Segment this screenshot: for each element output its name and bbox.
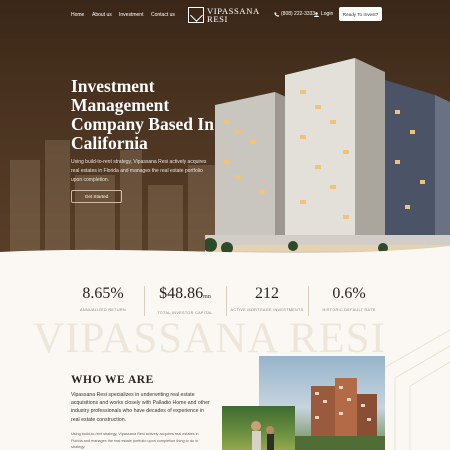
nav-link-about[interactable]: About us	[92, 12, 112, 18]
phone-contact[interactable]: (808) 222-3333	[274, 11, 315, 17]
get-started-button[interactable]: Get Started	[71, 190, 122, 203]
stat-active-mortgage-investments: 212 ACTIVE MORTGAGE INVESTMENTS	[226, 284, 308, 316]
top-navigation: Home About us Investment Contact us VIPA…	[0, 0, 450, 30]
login-label: Login	[321, 11, 334, 17]
stat-historic-default-rate: 0.6% HISTORIC DEFAULT RATE	[308, 284, 390, 316]
ready-to-invest-button[interactable]: Ready To Invest?	[339, 7, 382, 21]
stat-label: ANNUALIZED RETURN	[79, 308, 127, 312]
stat-annualized-return: 8.65% ANNUALIZED RETURN	[62, 284, 144, 316]
stat-value-wrap: $48.86mn	[144, 284, 226, 307]
who-we-are-paragraph: Vipassana Resi specializes in underwriti…	[71, 392, 210, 423]
stat-value: 212	[255, 285, 279, 302]
hero-building-image	[205, 58, 450, 261]
stat-value: 0.6%	[332, 285, 366, 302]
phone-number: (808) 222-3333	[281, 11, 316, 17]
stat-label: ACTIVE MORTGAGE INVESTMENTS	[230, 308, 304, 312]
hero-section: Home About us Investment Contact us VIPA…	[0, 0, 450, 272]
site-logo[interactable]: VIPASSANA RESI	[188, 6, 264, 24]
login-link[interactable]: Login	[314, 11, 333, 17]
user-icon	[314, 11, 319, 17]
hero-bottom-curve	[0, 246, 450, 272]
logo-text: VIPASSANA RESI	[207, 7, 260, 24]
stat-value: 8.65%	[82, 285, 124, 302]
nav-link-home[interactable]: Home	[71, 12, 84, 18]
hero-description: Using build-to-rent strategy, Vipassana …	[71, 159, 207, 183]
stat-unit: mn	[203, 294, 211, 300]
people-photo-illustration	[251, 421, 274, 450]
logo-mark-icon	[188, 7, 204, 23]
people-photo	[222, 406, 295, 450]
stats-bar: 8.65% ANNUALIZED RETURN $48.86mn TOTAL I…	[62, 284, 390, 316]
nav-link-investment[interactable]: Investment	[119, 12, 143, 18]
who-we-are-title: WHO WE ARE	[71, 374, 154, 386]
stat-value: $48.86	[159, 285, 204, 302]
stat-total-investor-capital: $48.86mn TOTAL INVESTOR CAPITAL	[144, 284, 226, 316]
hero-title: Investment Management Company Based In C…	[71, 76, 214, 153]
nav-link-contact[interactable]: Contact us	[151, 12, 175, 18]
stat-label: HISTORIC DEFAULT RATE	[322, 308, 376, 312]
phone-icon	[274, 12, 279, 17]
logo-line-2: RESI	[207, 14, 229, 24]
who-we-are-subparagraph: Using build-to-rent strategy, Vipassana …	[71, 432, 199, 449]
